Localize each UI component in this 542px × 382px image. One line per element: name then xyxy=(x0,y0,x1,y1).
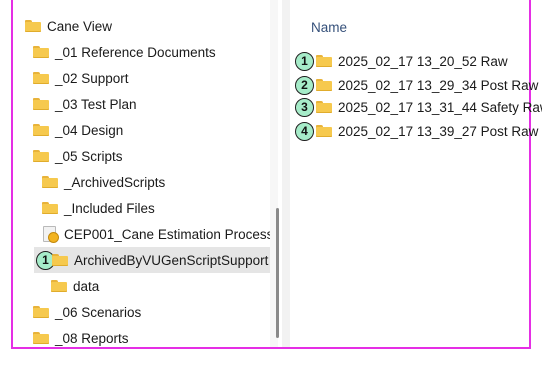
callout-badge: 1 xyxy=(295,51,314,71)
folder-icon xyxy=(42,202,58,214)
callout-badge: 4 xyxy=(295,121,314,141)
folder-icon xyxy=(51,280,67,292)
callout-badge: 3 xyxy=(295,97,314,117)
tree-item-label: ArchivedByVUGenScriptSupport xyxy=(74,252,269,268)
folder-icon xyxy=(33,124,49,136)
folder-icon xyxy=(33,332,49,344)
tree-item-design[interactable]: _04 Design xyxy=(33,117,273,143)
tree-item-label: _03 Test Plan xyxy=(55,96,137,112)
name-column-header[interactable]: Name xyxy=(311,20,347,35)
tree-item-label: _06 Scenarios xyxy=(55,304,142,320)
pane-divider[interactable] xyxy=(282,0,290,347)
tree-item-data[interactable]: data xyxy=(51,273,271,299)
folder-icon xyxy=(33,46,49,58)
folder-icon xyxy=(42,176,58,188)
file-name: 2025_02_17 13_20_52 Raw xyxy=(338,53,508,69)
tree-item-label: _08 Reports xyxy=(55,330,129,346)
folder-icon xyxy=(33,306,49,318)
file-row[interactable]: 3 2025_02_17 13_31_44 Safety Raw xyxy=(295,96,542,118)
tree-item-cep001-script[interactable]: CEP001_Cane Estimation Process xyxy=(42,221,277,247)
file-row[interactable]: 1 2025_02_17 13_20_52 Raw xyxy=(295,50,508,72)
tree-item-included-files[interactable]: _Included Files xyxy=(42,195,272,221)
file-row[interactable]: 4 2025_02_17 13_39_27 Post Raw xyxy=(295,120,538,142)
file-name: 2025_02_17 13_31_44 Safety Raw xyxy=(338,99,542,115)
tree-item-test-plan[interactable]: _03 Test Plan xyxy=(33,91,273,117)
tree-item-label: CEP001_Cane Estimation Process xyxy=(64,226,274,242)
tree-item-archived-by-vugen[interactable]: 1 ArchivedByVUGenScriptSupport xyxy=(34,247,270,273)
folder-icon xyxy=(316,55,332,67)
file-name: 2025_02_17 13_39_27 Post Raw xyxy=(338,123,539,139)
file-name: 2025_02_17 13_29_34 Post Raw xyxy=(338,77,539,93)
folder-icon xyxy=(316,79,332,91)
script-icon xyxy=(42,226,59,243)
tree-item-label: _02 Support xyxy=(55,70,129,86)
folder-icon xyxy=(316,101,332,113)
tree-item-support[interactable]: _02 Support xyxy=(33,65,273,91)
folder-icon xyxy=(33,150,49,162)
tree-item-archived-scripts[interactable]: _ArchivedScripts xyxy=(42,169,272,195)
tree-item-label: data xyxy=(73,278,100,294)
tree-item-reference-documents[interactable]: _01 Reference Documents xyxy=(33,39,273,65)
tree-item-scripts[interactable]: _05 Scripts xyxy=(33,143,273,169)
folder-icon xyxy=(33,72,49,84)
tree-item-label: Cane View xyxy=(47,18,113,34)
tree-item-label: _01 Reference Documents xyxy=(55,44,216,60)
folder-icon xyxy=(33,98,49,110)
callout-badge: 2 xyxy=(295,75,314,95)
file-row[interactable]: 2 2025_02_17 13_29_34 Post Raw xyxy=(295,74,538,96)
folder-icon xyxy=(25,20,41,32)
tree-item-label: _Included Files xyxy=(64,200,155,216)
tree-item-label: _ArchivedScripts xyxy=(64,174,166,190)
folder-icon xyxy=(316,125,332,137)
navigation-tree: Cane View _01 Reference Documents _02 Su… xyxy=(13,0,278,347)
tree-item-label: _04 Design xyxy=(55,122,124,138)
tree-scrollbar-thumb[interactable] xyxy=(276,208,279,338)
tree-item-reports[interactable]: _08 Reports xyxy=(33,325,273,347)
tree-item-label: _05 Scripts xyxy=(55,148,123,164)
tree-item-cane-view[interactable]: Cane View xyxy=(25,13,265,39)
folder-icon xyxy=(52,254,68,266)
tree-item-scenarios[interactable]: _06 Scenarios xyxy=(33,299,273,325)
